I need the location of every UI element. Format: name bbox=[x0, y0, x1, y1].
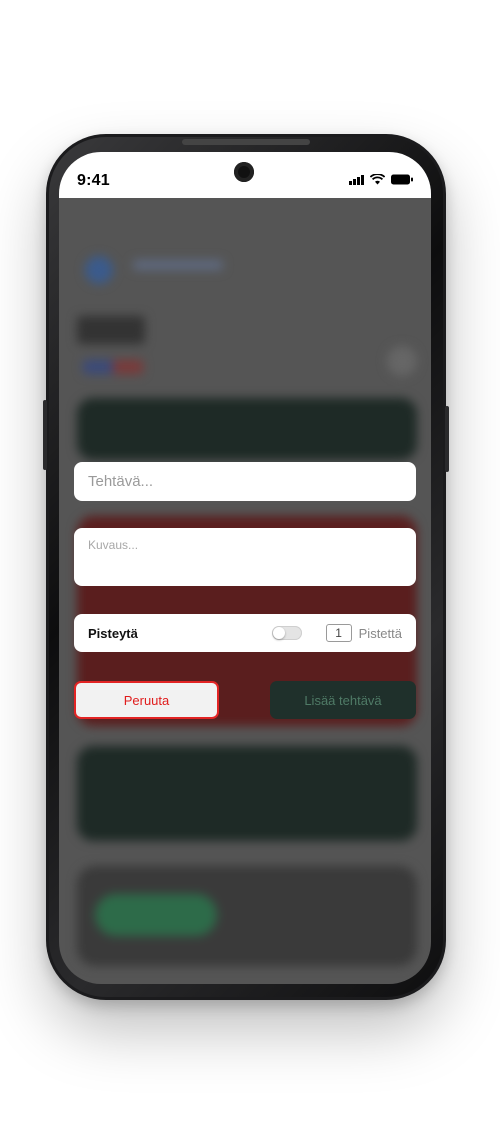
add-task-button[interactable]: Lisää tehtävä bbox=[270, 681, 416, 719]
background-username bbox=[133, 260, 223, 270]
task-input-placeholder: Tehtävä... bbox=[88, 473, 154, 490]
score-toggle-knob bbox=[272, 627, 285, 639]
front-camera bbox=[234, 162, 254, 182]
description-input-placeholder: Kuvaus... bbox=[88, 538, 139, 552]
power-button bbox=[445, 406, 449, 472]
battery-icon bbox=[391, 174, 413, 185]
flag-icon bbox=[83, 360, 143, 374]
status-time: 9:41 bbox=[77, 172, 110, 189]
background-card bbox=[77, 398, 417, 460]
background-title bbox=[77, 316, 145, 344]
points-input[interactable]: 1 bbox=[325, 624, 352, 642]
status-bar: 9:41 bbox=[59, 152, 431, 198]
blurred-background bbox=[59, 198, 431, 984]
task-input[interactable]: Tehtävä... bbox=[74, 462, 416, 501]
phone-screen: 9:41 Tehtävä... Kuvaus... Pisteytä 1 Pis… bbox=[59, 152, 431, 984]
points-label: Pistettä bbox=[358, 625, 402, 641]
score-label: Pisteytä bbox=[88, 625, 138, 641]
score-row: Pisteytä 1 Pistettä bbox=[74, 614, 416, 652]
score-toggle[interactable] bbox=[271, 626, 302, 640]
background-round-button bbox=[387, 346, 417, 376]
description-input[interactable]: Kuvaus... bbox=[74, 528, 416, 586]
avatar bbox=[85, 256, 113, 284]
wifi-icon bbox=[370, 174, 385, 185]
background-tab-active bbox=[95, 894, 217, 936]
earpiece-speaker bbox=[182, 139, 310, 145]
background-card-secondary bbox=[77, 746, 417, 841]
status-icons bbox=[349, 174, 413, 185]
volume-button bbox=[43, 400, 47, 470]
cellular-signal-icon bbox=[349, 174, 364, 185]
cancel-button[interactable]: Peruuta bbox=[74, 681, 219, 719]
